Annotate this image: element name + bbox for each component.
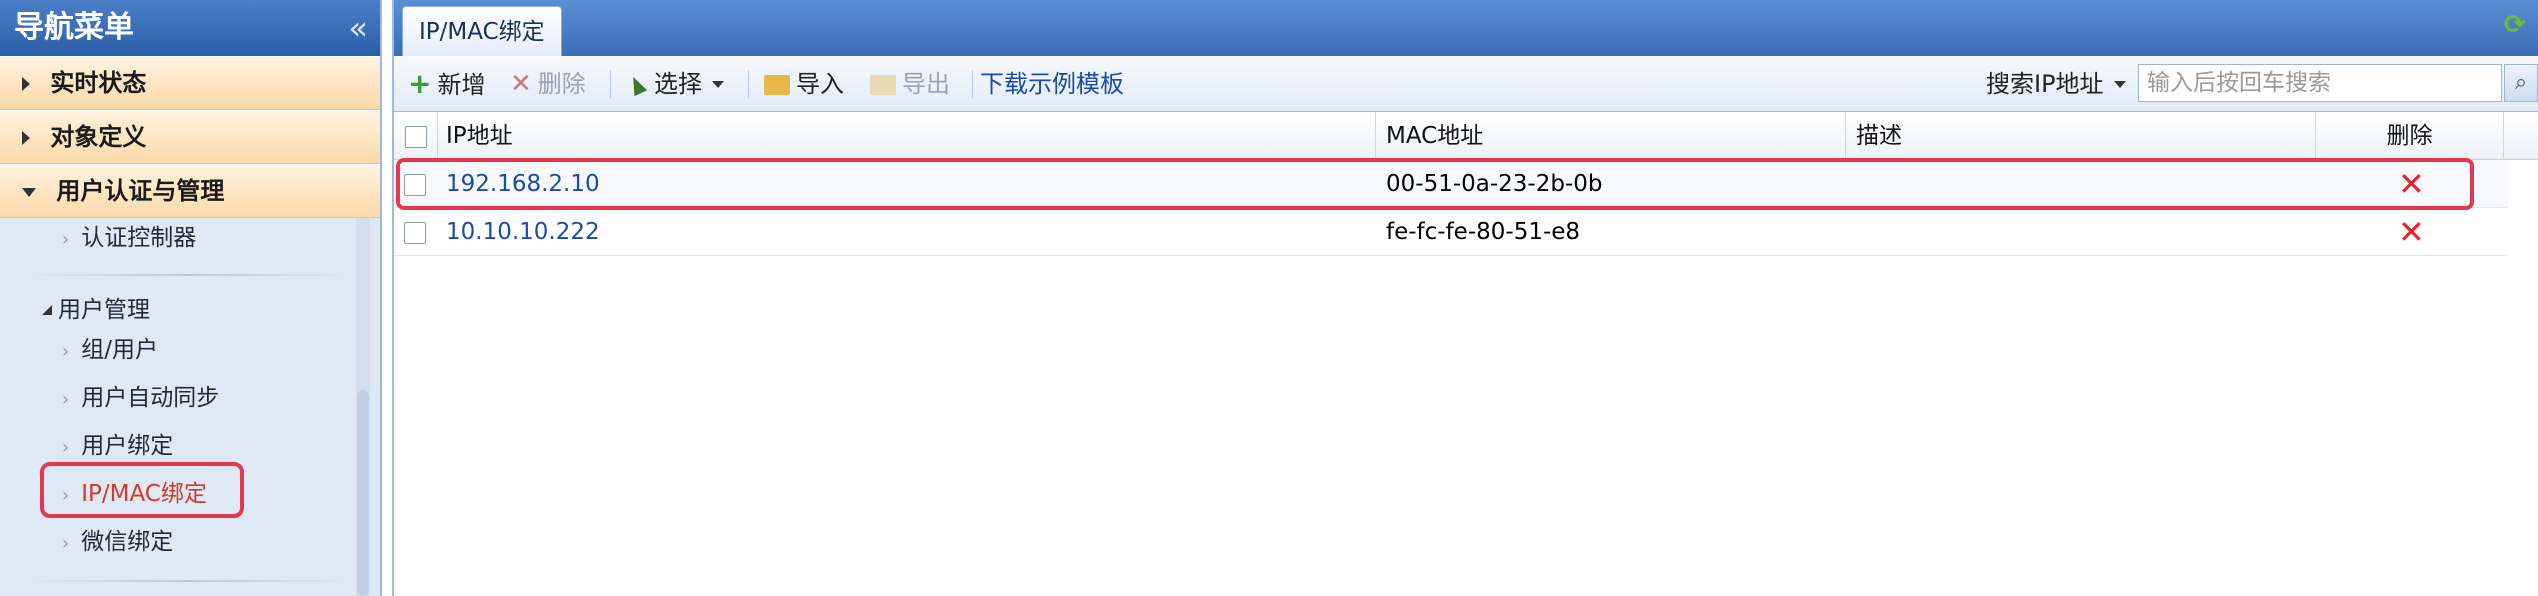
import-label: 导入 — [796, 70, 844, 98]
header-description[interactable]: 描述 — [1846, 112, 2316, 160]
highlight-box-nav — [40, 462, 244, 518]
highlight-box-row — [396, 158, 2474, 210]
header-delete: 删除 — [2316, 112, 2504, 160]
tree-item-label: 用户自动同步 — [81, 385, 220, 411]
export-button[interactable]: 导出 — [870, 56, 950, 112]
tree-item-user-sync[interactable]: › 用户自动同步 — [62, 378, 219, 412]
download-template-link[interactable]: 下载示例模板 — [980, 56, 1124, 112]
import-folder-icon — [764, 75, 790, 95]
chevron-right-icon: › — [62, 533, 70, 554]
import-button[interactable]: 导入 — [764, 56, 844, 112]
tree-group-label: 用户管理 — [58, 297, 150, 323]
tree-item-auth-controller[interactable]: › 认证控制器 — [62, 218, 196, 252]
select-dropdown-button[interactable]: 选择 — [626, 56, 724, 112]
chevron-right-icon: › — [62, 389, 70, 410]
search-field-selector[interactable]: 搜索IP地址 — [1986, 56, 2126, 112]
delete-button[interactable]: ✕ 删除 — [510, 56, 586, 112]
tree-item-label: 用户绑定 — [81, 433, 174, 459]
search-input[interactable]: 输入后按回车搜索 — [2138, 64, 2502, 102]
toolbar-separator — [610, 70, 611, 98]
tree-item-label: 认证控制器 — [81, 225, 197, 251]
select-label: 选择 — [654, 70, 702, 98]
select-all-checkbox[interactable] — [404, 125, 427, 148]
search-icon[interactable]: ⌕ — [2504, 64, 2538, 102]
add-button[interactable]: + 新增 — [408, 56, 485, 113]
header-select-all — [394, 112, 438, 160]
nav-section-label: 实时状态 — [50, 69, 147, 97]
tree-item-user-binding[interactable]: › 用户绑定 — [62, 426, 173, 460]
header-ip[interactable]: IP地址 — [438, 112, 1376, 160]
plus-icon: + — [408, 67, 432, 100]
main-panel: IP/MAC绑定 ⟳ + 新增 ✕ 删除 选择 导入 导出 下载示例模板 搜索IP地… — [392, 0, 2538, 596]
header-mac[interactable]: MAC地址 — [1376, 112, 1846, 160]
cursor-icon — [626, 73, 648, 97]
nav-title: 导航菜单 — [14, 10, 134, 45]
mac-cell: fe-fc-fe-80-51-e8 — [1386, 219, 1581, 245]
refresh-icon[interactable]: ⟳ — [2504, 12, 2530, 38]
delete-row-icon[interactable]: ✕ — [2398, 208, 2425, 256]
row-checkbox[interactable] — [404, 221, 426, 244]
nav-section-label: 用户认证与管理 — [56, 177, 225, 205]
nav-scrollbar-thumb[interactable] — [357, 390, 369, 596]
tab-bar: IP/MAC绑定 ⟳ — [394, 0, 2538, 56]
add-label: 新增 — [437, 71, 486, 99]
tree-item-group-user[interactable]: › 组/用户 — [62, 330, 158, 364]
tree-group-user-management[interactable]: 用户管理 — [42, 290, 150, 324]
chevron-down-icon — [2113, 81, 2126, 88]
toolbar-separator — [972, 70, 973, 98]
caret-right-icon — [22, 77, 30, 91]
expanded-triangle-icon — [42, 305, 52, 315]
collapse-icon[interactable]: « — [348, 0, 368, 56]
toolbar-separator — [748, 70, 749, 98]
caret-right-icon — [22, 131, 30, 145]
nav-section-realtime-status[interactable]: 实时状态 — [0, 56, 380, 110]
nav-section-label: 对象定义 — [50, 123, 147, 151]
toolbar: + 新增 ✕ 删除 选择 导入 导出 下载示例模板 搜索IP地址 输入后按回车搜索 … — [394, 56, 2538, 112]
divider — [30, 580, 350, 582]
export-label: 导出 — [902, 70, 950, 98]
nav-header: 导航菜单 « — [0, 0, 380, 56]
nav-section-object-definition[interactable]: 对象定义 — [0, 110, 380, 164]
chevron-right-icon: › — [62, 341, 70, 362]
tree-item-wechat-binding[interactable]: › 微信绑定 — [62, 522, 173, 556]
nav-section-user-auth[interactable]: 用户认证与管理 — [0, 164, 380, 218]
table-row[interactable]: 10.10.10.222 fe-fc-fe-80-51-e8 ✕ — [394, 208, 2508, 256]
delete-label: 删除 — [537, 70, 586, 98]
ip-cell[interactable]: 10.10.10.222 — [446, 208, 600, 256]
chevron-down-icon — [712, 81, 724, 88]
grid-header: IP地址 MAC地址 描述 删除 — [394, 112, 2538, 160]
tree-item-label: 组/用户 — [81, 337, 158, 363]
export-folder-icon — [870, 75, 896, 95]
caret-down-icon — [22, 187, 36, 197]
nav-tree: › 认证控制器 用户管理 › 组/用户 › 用户自动同步 › 用户绑定 › IP/MAC绑… — [0, 218, 352, 596]
chevron-right-icon: › — [62, 229, 70, 250]
navigation-panel: 导航菜单 « 实时状态 对象定义 用户认证与管理 › 认证控制器 用户管理 › 组/… — [0, 0, 382, 596]
divider — [30, 274, 350, 276]
row-checkbox-cell — [404, 208, 426, 256]
search-field-label: 搜索IP地址 — [1986, 70, 2104, 98]
tree-item-label: 微信绑定 — [81, 529, 174, 555]
tab-ipmac-binding[interactable]: IP/MAC绑定 — [402, 6, 562, 56]
chevron-right-icon: › — [62, 437, 70, 458]
delete-x-icon: ✕ — [510, 69, 532, 99]
